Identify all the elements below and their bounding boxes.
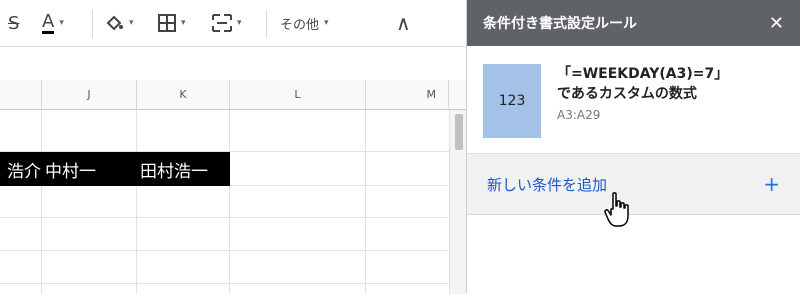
column-header-m[interactable]: M bbox=[366, 80, 449, 110]
chevron-down-icon: ▾ bbox=[237, 18, 242, 28]
borders-icon bbox=[158, 14, 176, 32]
cell-j[interactable]: 中村一 bbox=[41, 152, 136, 186]
panel-title: 条件付き書式設定ルール bbox=[483, 16, 637, 32]
formula-bar[interactable] bbox=[0, 47, 466, 81]
close-icon[interactable]: ✕ bbox=[769, 13, 784, 34]
text-color-icon: A bbox=[42, 10, 55, 34]
vertical-scrollbar[interactable] bbox=[449, 110, 467, 294]
paint-bucket-icon bbox=[106, 15, 123, 31]
cell-partial[interactable]: 浩介 bbox=[0, 152, 41, 186]
plus-icon: + bbox=[763, 172, 780, 196]
strikethrough-icon: S bbox=[8, 12, 20, 34]
column-header-k[interactable]: K bbox=[137, 80, 230, 110]
strikethrough-button[interactable]: S bbox=[8, 0, 19, 46]
chevron-down-icon: ▾ bbox=[59, 18, 64, 28]
fill-color-button[interactable]: ▾ bbox=[104, 0, 134, 46]
borders-button[interactable]: ▾ bbox=[158, 0, 186, 46]
merge-cells-icon bbox=[212, 14, 232, 32]
format-preview: 123 bbox=[483, 64, 541, 138]
chevron-down-icon: ▾ bbox=[324, 18, 329, 28]
scrollbar-thumb[interactable] bbox=[455, 114, 463, 150]
more-label: その他 bbox=[280, 17, 320, 33]
hand-cursor-icon bbox=[604, 192, 629, 227]
chevron-down-icon: ▾ bbox=[129, 18, 134, 28]
toolbar: S A ▾ ▾ ▾ ▾ その他 ▾ ∧ bbox=[0, 0, 466, 47]
add-rule-button[interactable]: 新しい条件を追加 + bbox=[467, 154, 800, 215]
chevron-up-icon: ∧ bbox=[396, 11, 411, 35]
rule-range: A3:A29 bbox=[557, 108, 601, 122]
collapse-toolbar-button[interactable]: ∧ bbox=[396, 0, 411, 46]
merge-cells-button[interactable]: ▾ bbox=[212, 0, 242, 46]
cell-k[interactable]: 田村浩一 bbox=[136, 152, 230, 186]
conditional-format-panel: 条件付き書式設定ルール ✕ 123 「=WEEKDAY(A3)=7」 であるカス… bbox=[466, 0, 800, 294]
column-header-partial[interactable] bbox=[0, 80, 42, 110]
rule-card[interactable]: 123 「=WEEKDAY(A3)=7」 であるカスタムの数式 A3:A29 bbox=[467, 46, 800, 154]
column-header-j[interactable]: J bbox=[42, 80, 137, 110]
text-color-button[interactable]: A ▾ bbox=[42, 0, 64, 46]
column-header-l[interactable]: L bbox=[230, 80, 366, 110]
panel-header: 条件付き書式設定ルール ✕ bbox=[467, 0, 800, 46]
rule-description: 「=WEEKDAY(A3)=7」 であるカスタムの数式 bbox=[557, 66, 729, 102]
more-button[interactable]: その他 ▾ bbox=[280, 0, 329, 46]
chevron-down-icon: ▾ bbox=[181, 18, 186, 28]
column-header-spacer bbox=[449, 80, 466, 110]
cell-grid[interactable]: 浩介 中村一 田村浩一 bbox=[0, 110, 466, 294]
